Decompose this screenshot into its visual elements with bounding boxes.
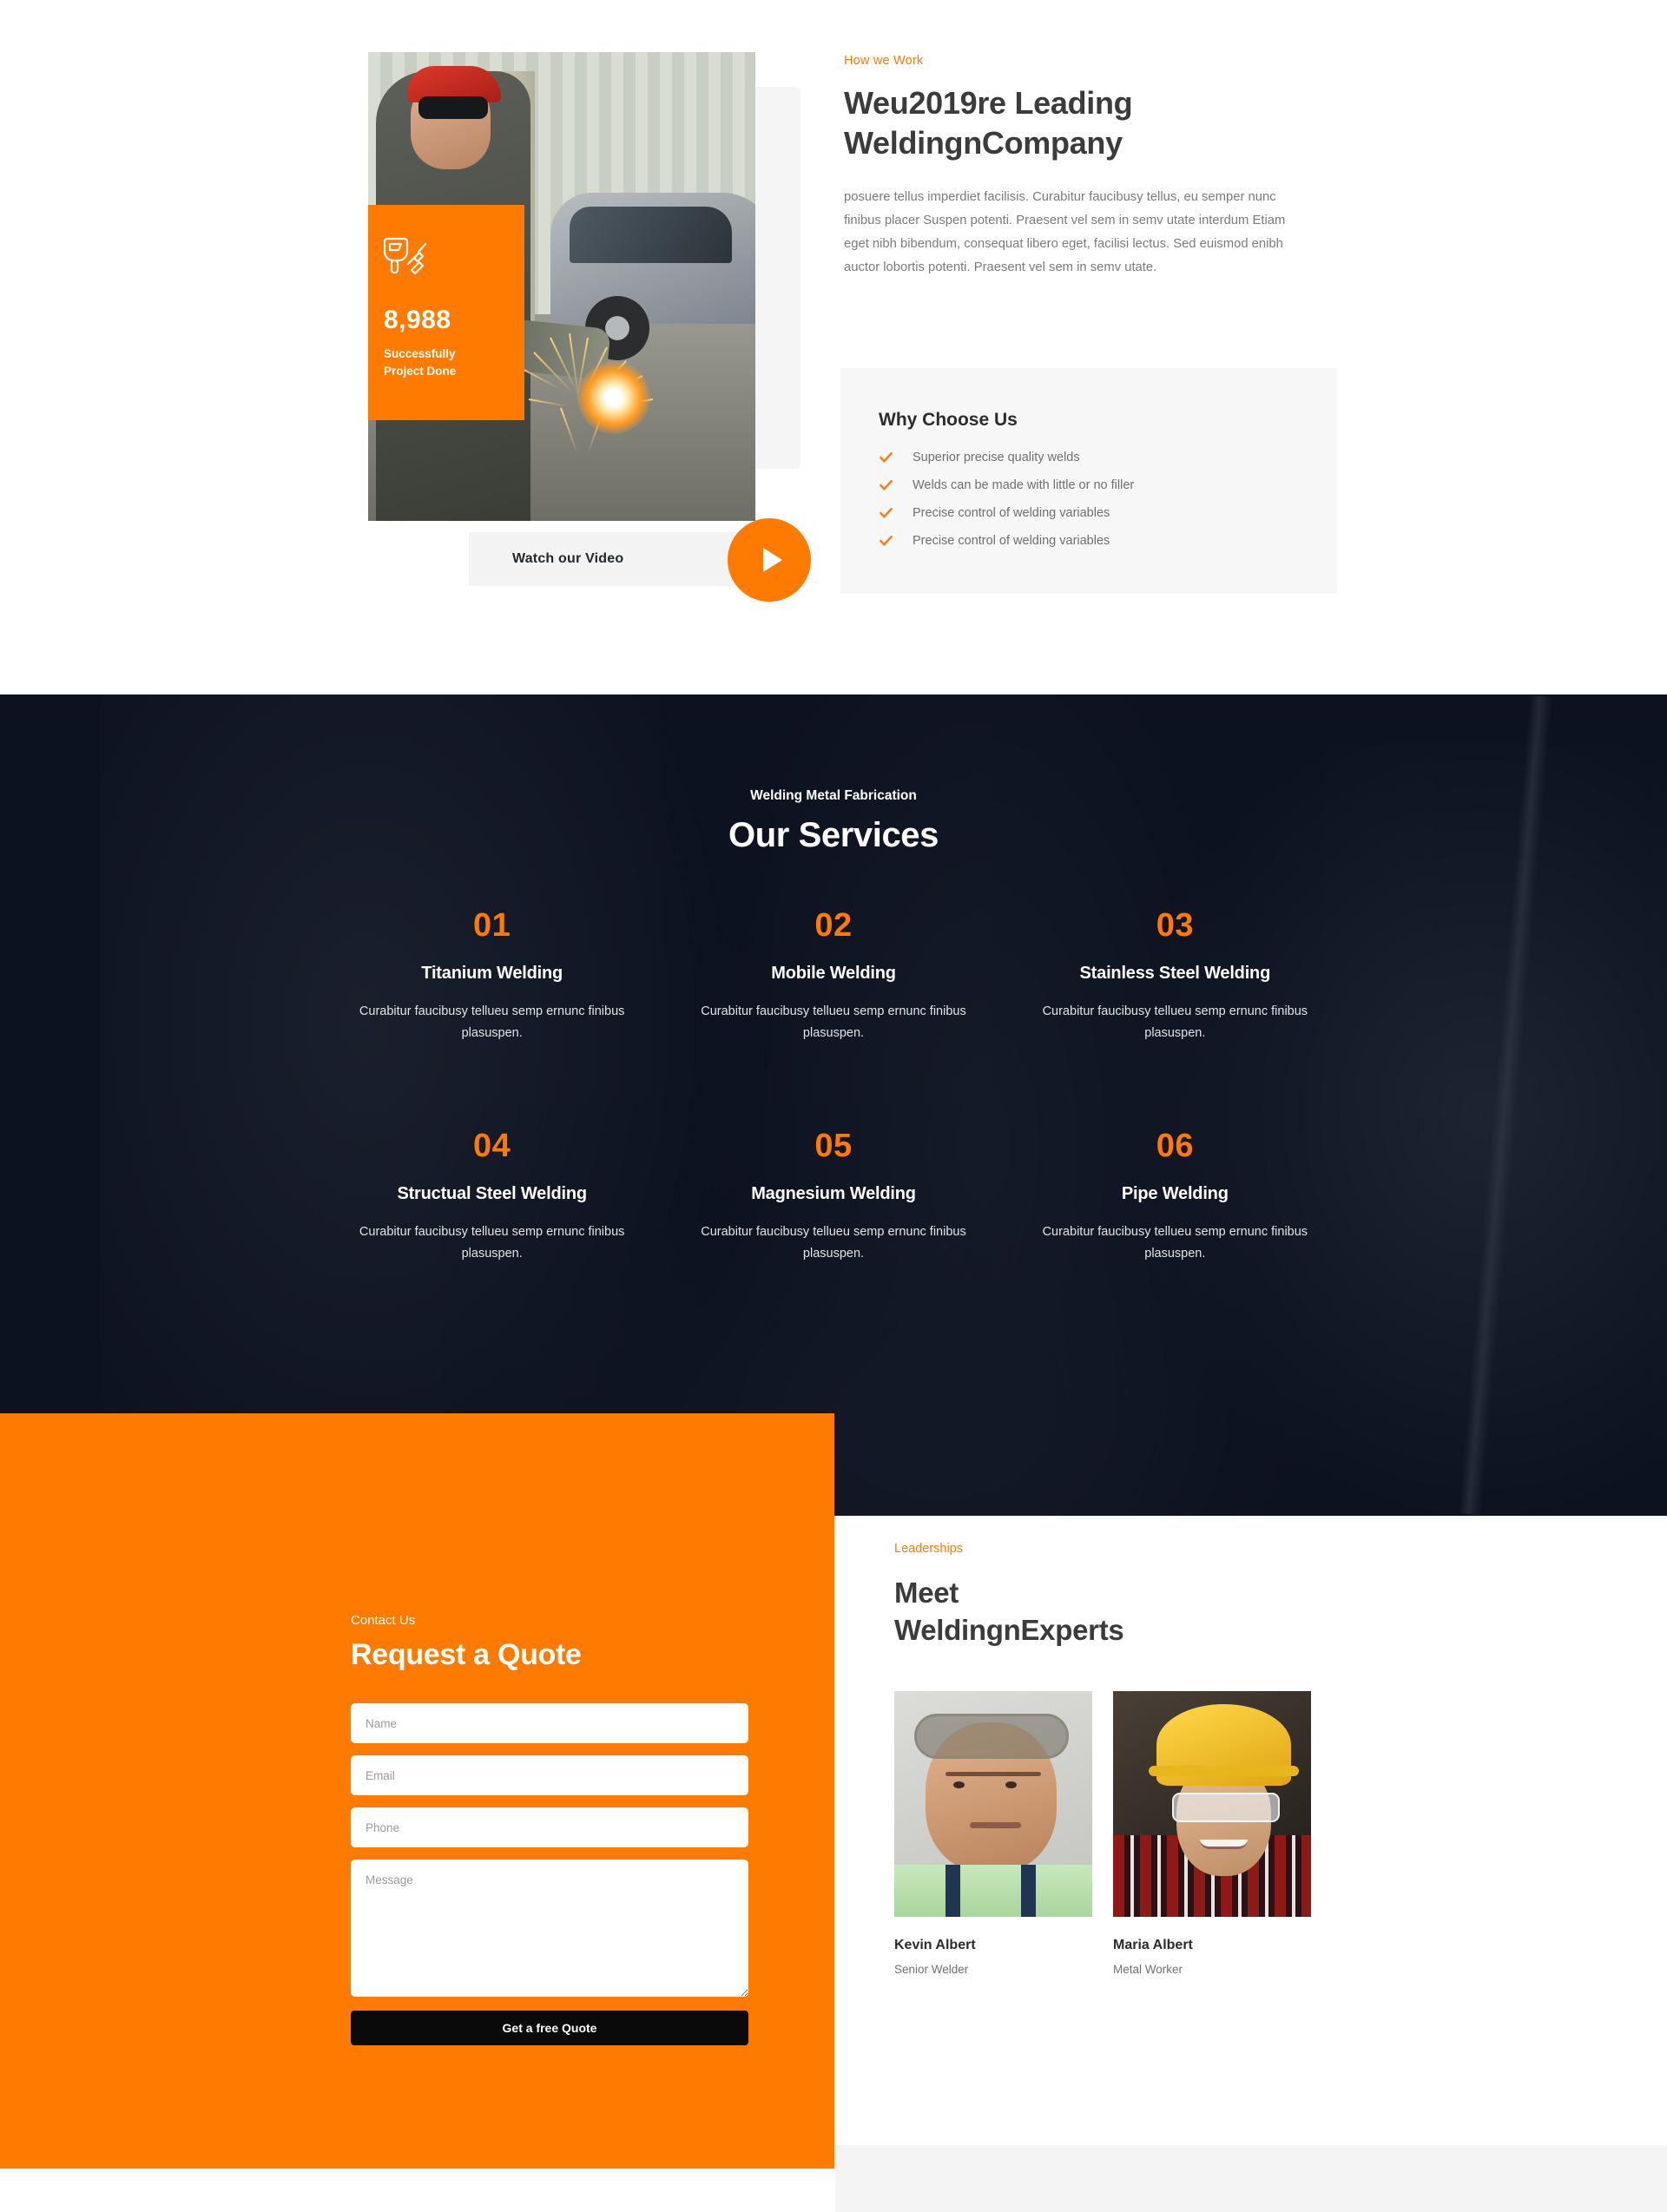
- service-description: Curabitur faucibusy tellueu semp ernunc …: [359, 1004, 625, 1040]
- service-number: 02: [814, 907, 853, 944]
- services-eyebrow: Welding Metal Fabrication: [750, 788, 917, 803]
- check-icon: [879, 477, 893, 492]
- service-number: 04: [473, 1127, 511, 1164]
- why-item-label: Precise control of welding variables: [913, 533, 1110, 548]
- team-member-card[interactable]: Maria Albert Metal Worker: [1113, 1690, 1311, 1976]
- service-card[interactable]: 04 Structual Steel Welding Curabitur fau…: [321, 1128, 662, 1265]
- team-eyebrow: Leaderships: [894, 1542, 963, 1556]
- service-card[interactable]: 02 Mobile Welding Curabitur faucibusy te…: [662, 907, 1004, 1044]
- stat-number: 8,988: [384, 306, 451, 334]
- about-copy: How we Work Weu2019re Leading WeldingnCo…: [844, 54, 1330, 280]
- team-member-card[interactable]: Kevin Albert Senior Welder: [894, 1690, 1092, 1976]
- team-member-name: Maria Albert: [1113, 1937, 1193, 1952]
- team-member-photo: [894, 1690, 1092, 1917]
- stat-card: 8,988 Successfully Project Done: [368, 205, 524, 420]
- check-icon: [879, 450, 893, 464]
- services-grid: 01 Titanium Welding Curabitur faucibusy …: [321, 907, 1346, 1265]
- service-number: 05: [814, 1127, 853, 1164]
- service-description: Curabitur faucibusy tellueu semp ernunc …: [701, 1224, 966, 1261]
- service-name: Stainless Steel Welding: [1079, 964, 1271, 983]
- name-input[interactable]: [351, 1703, 748, 1743]
- team-section: Leaderships Meet WeldingnExperts Kevin A…: [894, 1542, 1380, 1976]
- message-textarea[interactable]: [351, 1860, 748, 1997]
- play-button[interactable]: [728, 518, 811, 602]
- welding-photo: 8,988 Successfully Project Done: [368, 52, 755, 521]
- about-paragraph: posuere tellus imperdiet facilisis. Cura…: [844, 190, 1286, 274]
- about-eyebrow: How we Work: [844, 54, 924, 68]
- why-choose-us-title: Why Choose Us: [879, 410, 1018, 430]
- why-item-label: Superior precise quality welds: [913, 450, 1080, 464]
- check-icon: [879, 505, 893, 520]
- service-number: 06: [1156, 1127, 1194, 1164]
- service-description: Curabitur faucibusy tellueu semp ernunc …: [1042, 1004, 1308, 1040]
- why-choose-us-panel: Why Choose Us Superior precise quality w…: [840, 368, 1337, 594]
- about-heading: Weu2019re Leading WeldingnCompany: [844, 85, 1133, 161]
- watch-video-label: Watch our Video: [512, 551, 624, 566]
- play-icon: [762, 548, 782, 572]
- service-name: Magnesium Welding: [751, 1183, 916, 1203]
- contact-and-team-section: Contact Us Request a Quote Get a free Qu…: [0, 1413, 1667, 2212]
- list-item: Welds can be made with little or no fill…: [879, 477, 1299, 492]
- service-description: Curabitur faucibusy tellueu semp ernunc …: [701, 1004, 966, 1040]
- why-item-label: Welds can be made with little or no fill…: [913, 477, 1135, 492]
- welding-mask-torch-icon: [383, 234, 429, 276]
- why-choose-us-list: Superior precise quality welds Welds can…: [879, 450, 1299, 548]
- stat-label-line1: Successfully: [384, 347, 456, 360]
- phone-input[interactable]: [351, 1807, 748, 1847]
- about-section: 8,988 Successfully Project Done Watch ou…: [0, 0, 1667, 695]
- service-number: 03: [1156, 907, 1194, 944]
- service-name: Structual Steel Welding: [397, 1183, 587, 1203]
- service-description: Curabitur faucibusy tellueu semp ernunc …: [1042, 1224, 1308, 1261]
- get-free-quote-button[interactable]: Get a free Quote: [351, 2011, 748, 2045]
- team-title: Meet WeldingnExperts: [894, 1577, 1124, 1646]
- service-name: Pipe Welding: [1121, 1183, 1229, 1203]
- service-card[interactable]: 06 Pipe Welding Curabitur faucibusy tell…: [1005, 1128, 1346, 1265]
- request-quote-content: Contact Us Request a Quote Get a free Qu…: [351, 1613, 748, 2045]
- team-member-role: Senior Welder: [894, 1962, 969, 1976]
- list-item: Superior precise quality welds: [879, 450, 1299, 464]
- services-header: Welding Metal Fabrication Our Services: [0, 788, 1667, 855]
- quote-form: Get a free Quote: [351, 1703, 748, 2045]
- service-name: Titanium Welding: [421, 964, 563, 983]
- list-item: Precise control of welding variables: [879, 533, 1299, 548]
- service-description: Curabitur faucibusy tellueu semp ernunc …: [359, 1224, 625, 1261]
- team-cards: Kevin Albert Senior Welder Maria Albert …: [894, 1690, 1380, 1976]
- service-name: Mobile Welding: [771, 964, 896, 983]
- check-icon: [879, 533, 893, 548]
- email-input[interactable]: [351, 1755, 748, 1795]
- request-quote-title: Request a Quote: [351, 1638, 582, 1671]
- contact-eyebrow: Contact Us: [351, 1613, 416, 1628]
- team-member-name: Kevin Albert: [894, 1937, 976, 1952]
- team-member-role: Metal Worker: [1113, 1962, 1183, 1976]
- why-item-label: Precise control of welding variables: [913, 505, 1110, 520]
- service-card[interactable]: 03 Stainless Steel Welding Curabitur fau…: [1005, 907, 1346, 1044]
- list-item: Precise control of welding variables: [879, 505, 1299, 520]
- about-media-group: 8,988 Successfully Project Done: [323, 43, 809, 530]
- services-title: Our Services: [728, 816, 939, 854]
- service-card[interactable]: 01 Titanium Welding Curabitur faucibusy …: [321, 907, 662, 1044]
- service-number: 01: [473, 907, 511, 944]
- stat-label: Successfully Project Done: [384, 346, 502, 379]
- request-quote-panel: Contact Us Request a Quote Get a free Qu…: [0, 1413, 834, 2169]
- stat-label-line2: Project Done: [384, 364, 457, 378]
- team-member-photo: [1113, 1690, 1311, 1917]
- bottom-gray-strip: [835, 2145, 1667, 2212]
- service-card[interactable]: 05 Magnesium Welding Curabitur faucibusy…: [662, 1128, 1004, 1265]
